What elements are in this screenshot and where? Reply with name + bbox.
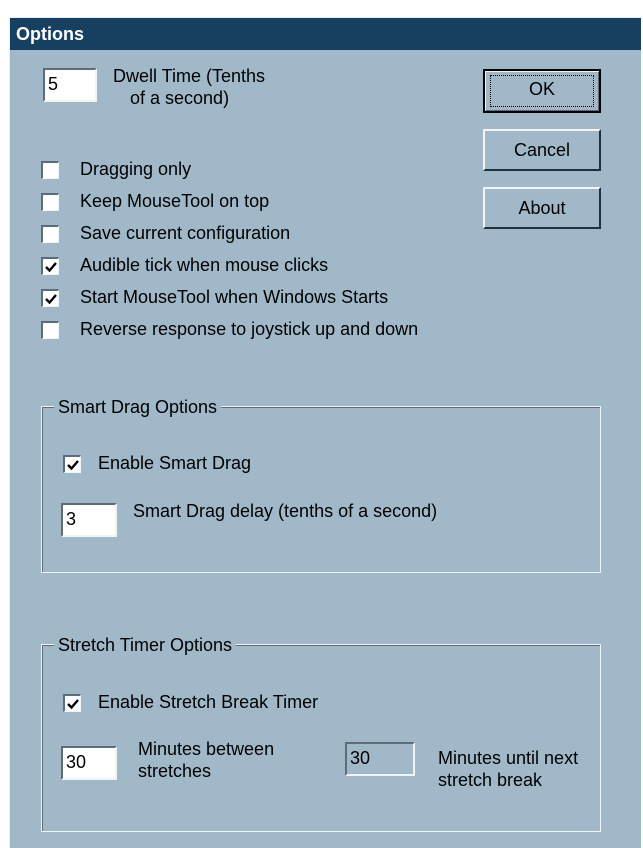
minutes-between-label-line2: stretches xyxy=(138,761,212,781)
about-button-label: About xyxy=(518,198,566,218)
dwell-time-value: 5 xyxy=(48,74,59,94)
smart-drag-group xyxy=(41,406,601,573)
label-reverse-joystick: Reverse response to joystick up and down xyxy=(80,319,419,339)
dwell-time-label-line2: of a second) xyxy=(130,88,230,108)
title-bar: Options xyxy=(10,18,641,50)
checkbox-dragging-only[interactable] xyxy=(41,161,59,179)
label-audible-tick: Audible tick when mouse clicks xyxy=(80,255,329,275)
minutes-until-value: 30 xyxy=(350,748,371,768)
smart-drag-delay-input[interactable]: 3 xyxy=(61,503,117,537)
checkbox-enable-smart-drag[interactable] xyxy=(63,455,81,473)
label-start-with-windows: Start MouseTool when Windows Starts xyxy=(80,287,389,307)
minutes-until-label-line2: stretch break xyxy=(438,770,543,790)
checkmark-icon xyxy=(45,294,57,305)
label-keep-on-top: Keep MouseTool on top xyxy=(80,191,270,211)
focus-rectangle xyxy=(490,75,594,107)
checkbox-save-config[interactable] xyxy=(41,225,59,243)
checkmark-icon xyxy=(67,699,79,710)
checkbox-enable-stretch-timer[interactable] xyxy=(63,694,81,712)
smart-drag-delay-value: 3 xyxy=(66,509,77,529)
label-dragging-only: Dragging only xyxy=(80,159,192,179)
checkmark-icon xyxy=(67,460,79,471)
minutes-until-label-line1: Minutes until next xyxy=(438,748,579,768)
options-dialog: Options 5 Dwell Time (Tenths of a second… xyxy=(9,17,641,848)
checkbox-reverse-joystick[interactable] xyxy=(41,321,59,339)
dwell-time-label-line1: Dwell Time (Tenths xyxy=(113,66,266,86)
stretch-timer-legend: Stretch Timer Options xyxy=(54,635,237,656)
about-button[interactable]: About xyxy=(483,187,601,229)
checkmark-icon xyxy=(45,262,57,273)
cancel-button-label: Cancel xyxy=(513,140,571,160)
minutes-between-input[interactable]: 30 xyxy=(61,746,117,780)
smart-drag-delay-label: Smart Drag delay (tenths of a second) xyxy=(133,501,438,521)
smart-drag-legend: Smart Drag Options xyxy=(54,397,222,418)
label-enable-smart-drag: Enable Smart Drag xyxy=(98,453,252,473)
ok-button[interactable]: OK xyxy=(483,69,601,113)
cancel-button[interactable]: Cancel xyxy=(483,129,601,171)
checkbox-start-with-windows[interactable] xyxy=(41,289,59,307)
checkbox-audible-tick[interactable] xyxy=(41,257,59,275)
minutes-between-label-line1: Minutes between xyxy=(138,739,275,759)
dwell-time-input[interactable]: 5 xyxy=(43,68,97,102)
window-title: Options xyxy=(16,24,84,44)
minutes-until-display: 30 xyxy=(345,742,415,776)
label-save-config: Save current configuration xyxy=(80,223,291,243)
stretch-timer-group xyxy=(41,644,601,832)
checkbox-keep-on-top[interactable] xyxy=(41,193,59,211)
label-enable-stretch-timer: Enable Stretch Break Timer xyxy=(98,692,319,712)
minutes-between-value: 30 xyxy=(66,752,87,772)
